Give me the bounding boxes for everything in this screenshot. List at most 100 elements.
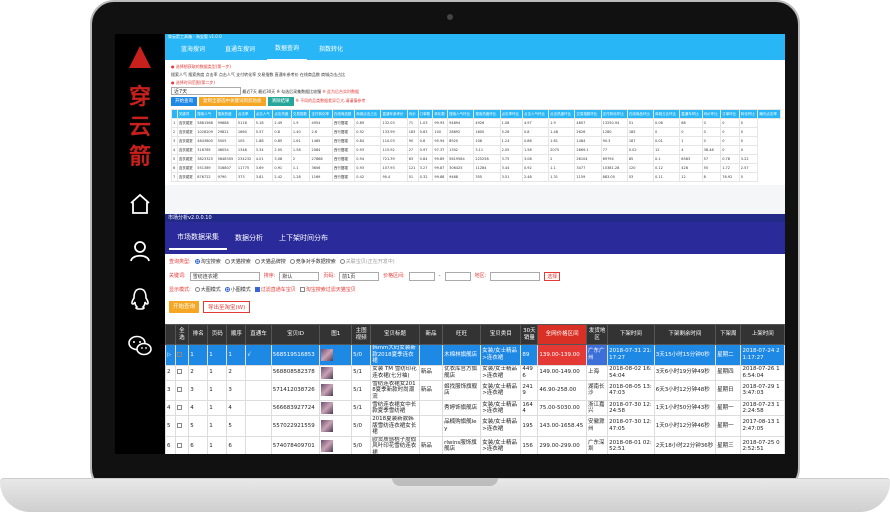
filter-ztc-checkbox[interactable]: 过滤直通车宝贝 xyxy=(254,285,296,295)
product-thumbnail[interactable] xyxy=(321,402,334,414)
row-checkbox[interactable] xyxy=(176,387,182,392)
radio-button[interactable] xyxy=(224,259,230,264)
column-header[interactable]: 宝贝ID xyxy=(270,324,321,345)
display-option[interactable]: 小图模式 xyxy=(224,285,251,295)
query-option[interactable]: 竞争对手数据搜索 xyxy=(289,257,336,267)
toolbox-tab[interactable]: 蓝海搜词 xyxy=(173,40,213,60)
date-select[interactable]: 近7天 xyxy=(171,87,241,95)
price-max-input[interactable] xyxy=(444,271,471,281)
radio-button[interactable] xyxy=(224,287,230,292)
column-header[interactable]: 宝贝标题 xyxy=(370,324,420,345)
toolbox-row[interactable]: 6 连衣裙夏 551389 316807 11775 3.69 0.91 1.1 3606 西行摆… xyxy=(171,163,781,173)
column-header[interactable]: 顺序 xyxy=(226,324,247,345)
title-cell[interactable]: 韩mm大码女装新款2018夏季连衣裙 xyxy=(370,344,420,366)
title-cell[interactable]: 女装 TM 雪纺印花连衣裙(七分袖) xyxy=(370,364,420,381)
row-checkbox[interactable] xyxy=(176,443,182,448)
column-header[interactable]: 直通车 xyxy=(245,324,272,345)
column-header[interactable]: 页码 xyxy=(207,324,228,345)
radio-button[interactable] xyxy=(194,259,200,264)
column-header[interactable]: 30天销量 xyxy=(520,324,539,345)
row-checkbox-cell[interactable] xyxy=(174,400,190,416)
home-icon[interactable] xyxy=(125,192,155,222)
row-checkbox-cell[interactable] xyxy=(174,344,190,366)
market-tab[interactable]: 市场数据采集 xyxy=(169,226,227,250)
column-header[interactable]: 新品 xyxy=(418,324,444,345)
column-header[interactable]: 发货地区 xyxy=(585,324,609,345)
row-checkbox[interactable] xyxy=(176,351,182,357)
query-option[interactable]: 关联宝贝(正在开发中) xyxy=(339,257,395,267)
title-cell[interactable]: 雪纺连衣裙女2018夏季新款时尚潮流 xyxy=(370,379,420,401)
toolbox-button[interactable]: 清除结果 xyxy=(267,97,294,106)
wangwang-cell[interactable]: 木棉林旗舰店 xyxy=(442,344,482,366)
table-row[interactable]: ▷ 1 1 1 √ 568519516853 5/0 韩mm大码女装新款2018夏季连衣裙 木棉… xyxy=(165,344,785,366)
export-button[interactable]: 导出至淘宝(W) xyxy=(203,301,251,313)
column-header[interactable]: 下架剩余时间 xyxy=(653,324,717,345)
toolbox-tab[interactable]: 指数转化 xyxy=(311,40,351,60)
row-checkbox[interactable] xyxy=(176,422,182,428)
product-thumbnail[interactable] xyxy=(321,440,334,453)
table-row[interactable]: 2 2 1 2 568808582378 5/1 女装 TM 雪纺印花连衣裙(七分袖) 新品优… xyxy=(165,364,785,381)
column-header[interactable]: 排名 xyxy=(188,324,209,345)
title-cell[interactable]: 欧货质感桔子度假风叶印花雪纺连衣裙 xyxy=(370,435,420,454)
row-checkbox[interactable] xyxy=(176,369,182,375)
query-option[interactable]: 淘宝搜索 xyxy=(194,257,221,267)
toolbox-row[interactable]: 5 连衣裙夏 3823325 5848305 234232 4.01 3.08 2 27868 西… xyxy=(171,154,781,164)
radio-button[interactable] xyxy=(194,287,200,292)
page-select[interactable]: 前1页 xyxy=(339,271,380,281)
column-header[interactable]: 全网价格区间 xyxy=(537,324,587,345)
column-header[interactable]: 主图视频 xyxy=(351,324,372,345)
product-thumbnail[interactable] xyxy=(321,366,334,379)
title-cell[interactable]: 雪纺连衣裙女中长款夏季雪纺裙 xyxy=(370,400,420,416)
row-checkbox[interactable] xyxy=(176,404,182,410)
product-thumbnail[interactable] xyxy=(321,348,334,361)
radio-button[interactable] xyxy=(254,259,260,264)
wangwang-cell[interactable]: 姬找服饰旗舰店 xyxy=(442,379,482,401)
start-query-button[interactable]: 开始查询 xyxy=(169,301,200,313)
toolbox-row[interactable]: 7 连衣裙夏 876722 9790 373 3.81 2.42 1.28 1169 西行摆裙 0.… xyxy=(171,172,781,182)
market-tab[interactable]: 上下架时间分布 xyxy=(271,227,336,249)
query-option[interactable]: 天猫搜索 xyxy=(224,257,251,267)
toolbox-tab[interactable]: 数据查询 xyxy=(267,39,308,61)
region-input[interactable] xyxy=(490,271,541,281)
row-checkbox-cell[interactable] xyxy=(174,379,190,401)
keyword-input[interactable]: 雪纺连衣裙 xyxy=(189,271,260,281)
user-icon[interactable] xyxy=(125,239,155,269)
table-row[interactable]: 4 4 1 4 566683927724 5/1 雪纺连衣裙女中长款夏季雪纺裙 秀婷饰旗舰店女… xyxy=(165,400,785,416)
wangwang-cell[interactable]: rlwins服饰旗舰店 xyxy=(442,435,482,454)
table-row[interactable]: 3 3 1 3 571412038726 5/1 雪纺连衣裙女2018夏季新款时尚潮流 新品姬… xyxy=(165,379,785,401)
toolbox-row[interactable]: 4 连衣裙夏 316785 46054 1346 3.34 2.05 1.58 2084 西行摆裙… xyxy=(171,145,781,155)
checkbox[interactable] xyxy=(254,287,260,292)
product-thumbnail[interactable] xyxy=(321,384,334,397)
radio-button[interactable] xyxy=(339,259,345,264)
query-option[interactable]: 天猫品牌搜 xyxy=(254,257,286,267)
column-header[interactable]: 全选 xyxy=(174,324,190,345)
toolbox-button[interactable]: 复制全部选中关键词到剪贴板 xyxy=(199,97,266,106)
column-header[interactable]: 宝贝类目 xyxy=(480,324,522,345)
wangwang-cell[interactable]: 优衣库官方旗舰店 xyxy=(442,364,482,381)
row-checkbox-cell[interactable] xyxy=(174,364,190,381)
filter-tmall-checkbox[interactable]: 淘宝搜索过滤天猫宝贝 xyxy=(299,285,356,295)
qq-icon[interactable] xyxy=(125,287,155,317)
row-checkbox-cell[interactable] xyxy=(174,415,190,437)
table-row[interactable]: 5 5 1 5 557022921559 5/0 2018夏装新款韩版雪纺连衣裙女长裙 品楠购… xyxy=(165,415,785,437)
row-checkbox-cell[interactable] xyxy=(174,435,190,454)
data-type-options[interactable]: 搜索人气 搜索热度 点击率 点击人气 支付转化率 交易指数 直通车参考价 在线商… xyxy=(171,71,779,79)
column-header[interactable]: 上架时间 xyxy=(740,324,785,345)
wechat-icon[interactable] xyxy=(125,334,155,364)
radio-button[interactable] xyxy=(289,259,295,264)
checkbox[interactable] xyxy=(299,287,305,292)
column-header[interactable] xyxy=(165,324,176,345)
display-option[interactable]: 大图模式 xyxy=(194,285,221,295)
toolbox-button[interactable]: 开始查询 xyxy=(171,97,197,106)
table-row[interactable]: 6 6 1 6 574078409701 5/0 欧货质感桔子度假风叶印花雪纺连衣裙 新品 rl… xyxy=(165,435,785,454)
toolbox-tab[interactable]: 直通车搜词 xyxy=(217,40,263,60)
price-min-input[interactable] xyxy=(408,271,435,281)
market-tab[interactable]: 数据分析 xyxy=(227,227,271,249)
toolbox-row[interactable]: 1 连衣裙夏 5861568 99688 5116 5.18 2.49 1.9 4954 西行摆裙… xyxy=(171,118,781,128)
toolbox-row[interactable]: 3 连衣裙夏 4843800 5505 105 1.88 0.85 1.61 1465 西行摆裙 0… xyxy=(171,136,781,146)
column-header[interactable]: 图1 xyxy=(319,324,353,345)
column-header[interactable]: 下架时间 xyxy=(607,324,655,345)
wangwang-cell[interactable]: 品楠购旗舰ley xyxy=(442,415,482,437)
wangwang-cell[interactable]: 秀婷饰旗舰店 xyxy=(442,400,482,416)
column-header[interactable]: 旺旺 xyxy=(442,324,482,345)
